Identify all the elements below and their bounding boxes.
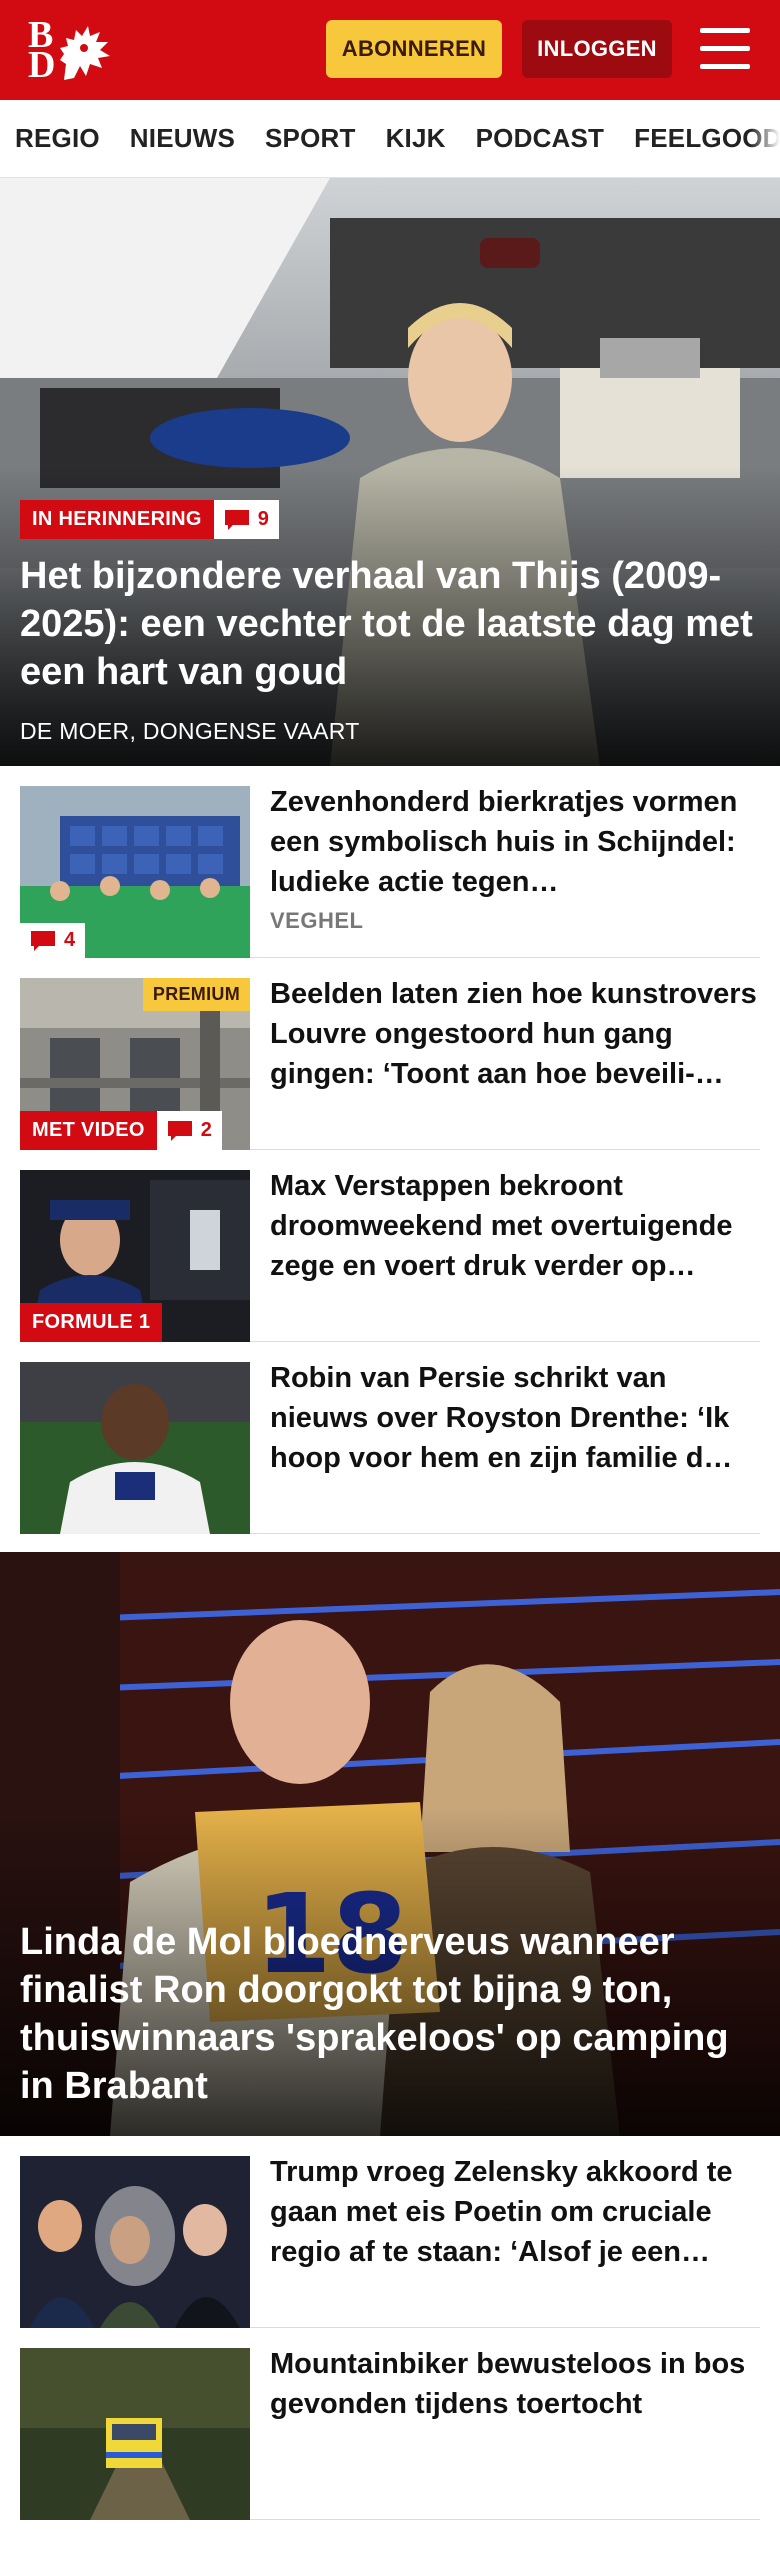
premium-badge: PREMIUM (142, 978, 250, 1011)
article-thumbnail[interactable] (20, 2348, 250, 2520)
hero-badges: IN HERINNERING 9 (20, 500, 279, 539)
feature-title[interactable]: Linda de Mol bloednerveus wanneer finali… (20, 1918, 760, 2110)
article-title[interactable]: Zevenhonderd bierkratjes vormen een symb… (270, 782, 760, 902)
article-thumbnail[interactable] (20, 2156, 250, 2328)
logo-letter-d: D (28, 44, 56, 86)
nav-fade (750, 100, 780, 177)
thumb-tags: MET VIDEO 2 (20, 1111, 222, 1150)
article-title[interactable]: Max Verstappen bekroont droomweekend met… (270, 1166, 760, 1286)
trump-zelensky-putin-photo (20, 2156, 250, 2328)
subscribe-button[interactable]: ABONNEREN (326, 20, 502, 78)
comment-count: 4 (64, 929, 76, 951)
hamburger-menu-icon[interactable] (700, 26, 752, 72)
bd-logo[interactable]: B D (28, 16, 112, 84)
list-item[interactable]: Robin van Persie schrikt van nieuws over… (20, 1342, 760, 1534)
login-button[interactable]: INLOGGEN (522, 20, 672, 78)
hero-title[interactable]: Het bijzondere verhaal van Thijs (2009-2… (20, 552, 760, 696)
list-item[interactable]: 4 Zevenhonderd bierkratjes vormen een sy… (20, 766, 760, 958)
top-bar: B D ABONNEREN INLOGGEN (0, 0, 780, 100)
comment-icon (31, 930, 55, 951)
list-item[interactable]: PREMIUM MET VIDEO 2 Beelden laten zien h… (20, 958, 760, 1150)
article-thumbnail[interactable]: PREMIUM MET VIDEO 2 (20, 978, 250, 1150)
comment-count-badge[interactable]: 2 (156, 1111, 222, 1150)
thumb-tags: 4 (20, 923, 86, 958)
nav-item-regio[interactable]: REGIO (15, 123, 100, 154)
herinnering-badge: IN HERINNERING (20, 500, 214, 539)
comment-icon (167, 1120, 192, 1141)
thumb-tags: FORMULE 1 (20, 1303, 163, 1342)
nav-item-sport[interactable]: SPORT (265, 123, 356, 154)
comment-count-badge[interactable]: 4 (20, 923, 86, 958)
ambulance-forest-photo (20, 2348, 250, 2520)
list-item[interactable]: Trump vroeg Zelensky akkoord te gaan met… (20, 2136, 760, 2328)
article-title[interactable]: Mountainbiker bewusteloos in bos gevonde… (270, 2344, 760, 2424)
hero-location: DE MOER, DONGENSE VAART (20, 718, 360, 744)
list-item[interactable]: Mountainbiker bewusteloos in bos gevonde… (20, 2328, 760, 2520)
article-location: VEGHEL (270, 908, 364, 933)
comment-icon (224, 509, 249, 530)
article-thumbnail[interactable] (20, 1362, 250, 1534)
comment-count-badge[interactable]: 9 (213, 500, 279, 539)
list-item[interactable]: FORMULE 1 Max Verstappen bekroont droomw… (20, 1150, 760, 1342)
article-title[interactable]: Beelden laten zien hoe kunstro­vers Louv… (270, 974, 760, 1094)
article-thumbnail[interactable]: FORMULE 1 (20, 1170, 250, 1342)
drenthe-photo (20, 1362, 250, 1534)
article-title[interactable]: Trump vroeg Zelensky akkoord te gaan met… (270, 2152, 760, 2272)
nav-item-nieuws[interactable]: NIEUWS (130, 123, 235, 154)
nav-item-podcast[interactable]: PODCAST (476, 123, 605, 154)
category-badge: FORMULE 1 (20, 1303, 163, 1342)
lion-icon (60, 26, 110, 80)
feature-article[interactable]: 18 Linda de Mol bloednerveus wanneer fin… (0, 1552, 780, 2136)
section-nav: REGIO NIEUWS SPORT KIJK PODCAST FEELGOOD… (0, 100, 780, 178)
article-title[interactable]: Robin van Persie schrikt van nieuws over… (270, 1358, 760, 1478)
video-badge: MET VIDEO (20, 1111, 157, 1150)
nav-item-kijk[interactable]: KIJK (386, 123, 446, 154)
hero-comment-count: 9 (257, 508, 269, 530)
comment-count: 2 (200, 1119, 212, 1141)
article-thumbnail[interactable]: 4 (20, 786, 250, 958)
hero-article[interactable]: IN HERINNERING 9 Het bijzondere verhaal … (0, 178, 780, 766)
